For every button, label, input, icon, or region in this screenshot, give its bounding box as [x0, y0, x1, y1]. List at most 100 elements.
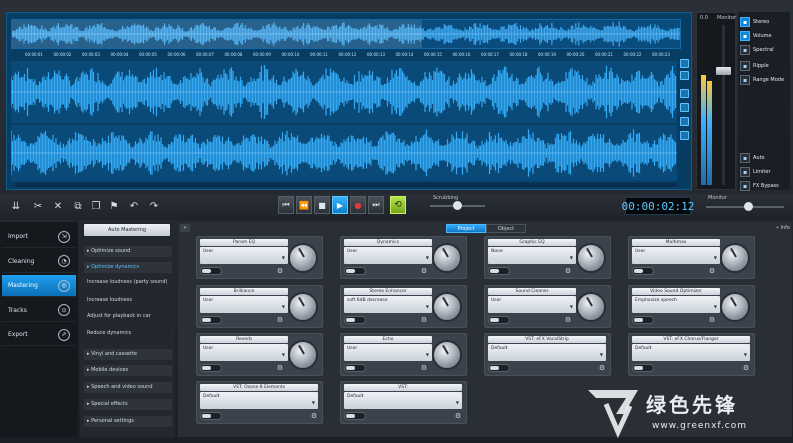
effect-bypass-toggle[interactable]: [200, 364, 222, 372]
view-option-auto[interactable]: ▪ Auto: [740, 152, 765, 164]
effect-title[interactable]: VST: eFX Chorus/Flanger: [632, 336, 750, 343]
loop-button[interactable]: ⟲: [390, 196, 406, 214]
effect-card[interactable]: Param EQ User ▼ ⚙: [196, 236, 323, 279]
preset-item[interactable]: ▸ Vinyl and cassette: [84, 349, 172, 360]
effect-preset-select[interactable]: Default ▼: [200, 392, 318, 409]
preset-item[interactable]: Reduce dynamics: [84, 328, 172, 339]
time-ruler[interactable]: 00:00:01 00:00:02 00:00:03 00:00:04 00:00:05…: [11, 51, 681, 61]
nav-item-export[interactable]: Export ⇗: [2, 324, 76, 346]
effect-preset-select[interactable]: User ▼: [488, 296, 576, 313]
effect-title[interactable]: Echo: [344, 336, 432, 343]
preset-item[interactable]: ▸ Mobile devices: [84, 365, 172, 376]
zoom-fit-icon[interactable]: [680, 89, 689, 98]
effect-preset-select[interactable]: User ▼: [200, 296, 288, 313]
zoom-vertical-icon[interactable]: [680, 103, 689, 112]
record-button[interactable]: ●: [350, 196, 366, 214]
effect-bypass-toggle[interactable]: [200, 316, 222, 324]
effect-card[interactable]: Echo User ▼ ⚙: [340, 333, 467, 376]
gear-icon[interactable]: ⚙: [563, 267, 573, 276]
effect-title[interactable]: VST:: [344, 384, 462, 391]
effect-bypass-toggle[interactable]: [344, 267, 366, 275]
effect-preset-select[interactable]: Emphasize speech ▼: [632, 296, 720, 313]
effect-bypass-toggle[interactable]: [488, 267, 510, 275]
effect-card[interactable]: VST: eFX VocalStrip Default ▼ ⚙: [484, 333, 611, 376]
gear-icon[interactable]: ⚙: [707, 267, 717, 276]
gear-icon[interactable]: ⚙: [275, 316, 285, 325]
gear-icon[interactable]: ⚙: [563, 316, 573, 325]
effect-amount-knob[interactable]: [720, 292, 750, 322]
skip-back-button[interactable]: ⏮: [278, 196, 294, 214]
effect-title[interactable]: Stereo Enhancer: [344, 288, 432, 295]
effect-amount-knob[interactable]: [288, 292, 318, 322]
effect-preset-select[interactable]: User ▼: [344, 344, 432, 361]
stop-button[interactable]: ■: [314, 196, 330, 214]
channel-right-waveform[interactable]: [11, 125, 677, 181]
effect-bypass-toggle[interactable]: [488, 364, 510, 372]
volume-fader-track[interactable]: [722, 25, 725, 185]
preset-item[interactable]: ▸ Special effects: [84, 399, 172, 410]
effect-title[interactable]: Param EQ: [200, 239, 288, 246]
view-option-volume[interactable]: ▪ Volume: [740, 30, 772, 42]
gear-icon[interactable]: ⚙: [741, 364, 751, 373]
channel-left-waveform[interactable]: [11, 61, 677, 123]
effect-bypass-toggle[interactable]: [632, 267, 654, 275]
view-option-spectral[interactable]: ▪ Spectral: [740, 44, 774, 56]
effect-card[interactable]: Multimax User ▼ ⚙: [628, 236, 755, 279]
preset-item[interactable]: ▸ Optimize sound: [84, 246, 172, 257]
copy-icon[interactable]: ⧉: [70, 198, 86, 214]
effect-bypass-toggle[interactable]: [344, 316, 366, 324]
effect-card[interactable]: VST: Ozone 8 Elements Default ▼ ⚙: [196, 381, 323, 424]
view-option-limiter[interactable]: ▪ Limiter: [740, 166, 771, 178]
effect-card[interactable]: Dynamics User ▼ ⚙: [340, 236, 467, 279]
zoom-in-icon[interactable]: [680, 59, 689, 68]
paste-icon[interactable]: ❐: [88, 198, 104, 214]
monitor-volume-handle[interactable]: [744, 202, 753, 211]
zoom-selection-icon[interactable]: [680, 117, 689, 126]
effect-amount-knob[interactable]: [288, 340, 318, 370]
effect-card[interactable]: Reverb User ▼ ⚙: [196, 333, 323, 376]
gear-icon[interactable]: ⚙: [309, 412, 319, 421]
preset-item[interactable]: ▸ Speech and video sound: [84, 382, 172, 393]
nav-item-cleaning[interactable]: Cleaning ◔: [2, 251, 76, 273]
effect-amount-knob[interactable]: [432, 243, 462, 273]
tab-project[interactable]: Project: [446, 224, 486, 233]
overview-selection[interactable]: [12, 20, 422, 48]
effect-title[interactable]: VST: Ozone 8 Elements: [200, 384, 318, 391]
effect-card[interactable]: Sound Cleaner User ▼ ⚙: [484, 285, 611, 328]
effect-bypass-toggle[interactable]: [632, 364, 654, 372]
horizontal-scrollbar[interactable]: [15, 183, 677, 187]
scrubbing-slider-handle[interactable]: [453, 201, 462, 210]
gear-icon[interactable]: ⚙: [275, 267, 285, 276]
close-icon[interactable]: ✕: [50, 198, 66, 214]
effect-amount-knob[interactable]: [720, 243, 750, 273]
effect-title[interactable]: Video Sound Optimizer: [632, 288, 720, 295]
effect-amount-knob[interactable]: [432, 340, 462, 370]
info-button[interactable]: « Info: [770, 224, 790, 232]
effect-bypass-toggle[interactable]: [632, 316, 654, 324]
skip-forward-button[interactable]: ⏭: [368, 196, 384, 214]
effect-card[interactable]: VST: eFX Chorus/Flanger Default ▼ ⚙: [628, 333, 755, 376]
effect-preset-select[interactable]: Default ▼: [632, 344, 750, 361]
effect-title[interactable]: Brilliance: [200, 288, 288, 295]
effect-preset-select[interactable]: Default ▼: [488, 344, 606, 361]
waveform-overview[interactable]: [11, 19, 681, 49]
gear-icon[interactable]: ⚙: [707, 316, 717, 325]
rewind-button[interactable]: ⏪: [296, 196, 312, 214]
effect-preset-select[interactable]: soft 6dB decrease ▼: [344, 296, 432, 313]
preset-item[interactable]: Increase loudness: [84, 295, 172, 306]
gear-icon[interactable]: ⚙: [419, 267, 429, 276]
collapse-panel-button[interactable]: «: [180, 224, 190, 232]
effect-title[interactable]: Dynamics: [344, 239, 432, 246]
effect-preset-select[interactable]: None ▼: [488, 247, 576, 264]
effect-title[interactable]: Graphic EQ: [488, 239, 576, 246]
redo-icon[interactable]: ↷: [146, 198, 162, 214]
view-option-range-mode[interactable]: ▪ Range Mode: [740, 74, 784, 86]
flag-icon[interactable]: ⚑: [106, 198, 122, 214]
effect-amount-knob[interactable]: [576, 292, 606, 322]
gear-icon[interactable]: ⚙: [597, 364, 607, 373]
view-option-ripple[interactable]: ▪ Ripple: [740, 60, 769, 72]
effect-preset-select[interactable]: Default ▼: [344, 392, 462, 409]
effect-card[interactable]: Graphic EQ None ▼ ⚙: [484, 236, 611, 279]
effect-title[interactable]: VST: eFX VocalStrip: [488, 336, 606, 343]
view-option-stereo[interactable]: ▪ Stereo: [740, 16, 769, 28]
